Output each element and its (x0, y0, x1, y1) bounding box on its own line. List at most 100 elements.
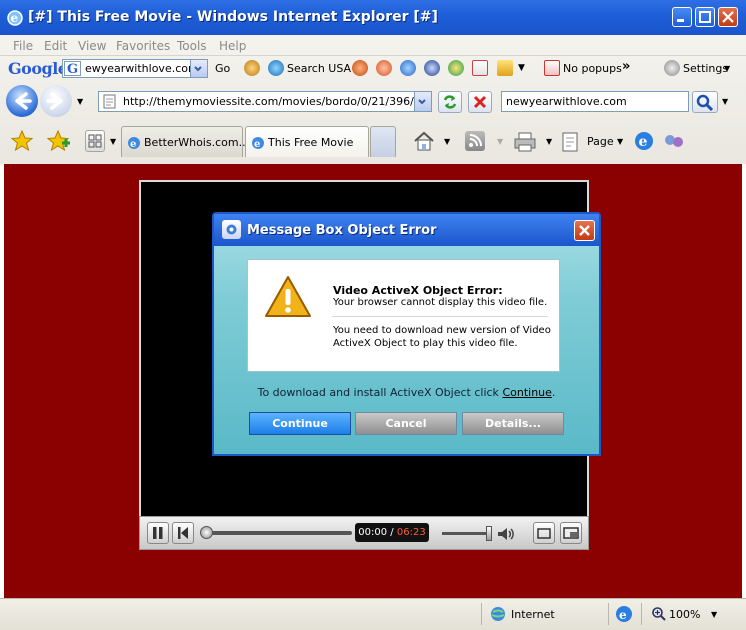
back-button[interactable] (6, 85, 38, 117)
warning-icon (263, 274, 313, 323)
ie-research-icon[interactable]: e (633, 130, 655, 155)
chevron-down-icon[interactable]: ▼ (722, 97, 728, 106)
google-settings-button[interactable]: Settings (683, 62, 728, 75)
menu-tools[interactable]: Tools (177, 39, 207, 53)
dialog-close-button[interactable] (574, 220, 595, 241)
seek-bar[interactable] (206, 531, 352, 535)
dialog-app-icon (222, 220, 241, 239)
address-input[interactable]: http://themymoviessite.com/movies/bordo/… (98, 91, 432, 112)
chevron-down-icon[interactable]: ▼ (546, 137, 552, 146)
menu-favorites[interactable]: Favorites (116, 39, 170, 53)
binoculars-icon[interactable] (244, 60, 260, 76)
google-go-button[interactable]: Go (215, 62, 230, 75)
pause-button[interactable] (147, 522, 169, 544)
google-logo: Google (8, 59, 68, 78)
stop-button[interactable] (468, 91, 492, 113)
earth-icon[interactable] (424, 60, 440, 76)
svg-text:e: e (130, 139, 136, 150)
zoom-level[interactable]: 100% (669, 608, 700, 621)
page-menu-button[interactable]: Page (587, 135, 614, 148)
ie-page-icon: e (250, 135, 266, 154)
continue-link[interactable]: Continue (502, 386, 551, 399)
menu-edit[interactable]: Edit (44, 39, 67, 53)
chevron-down-icon[interactable]: ▼ (711, 610, 717, 619)
chevron-down-icon[interactable] (190, 60, 207, 77)
google-toolbar: Google G ewyearwithlove.com Go Search US… (0, 55, 746, 82)
page-icon (103, 94, 117, 112)
chevron-down-icon[interactable]: ▼ (444, 137, 450, 146)
chevron-down-icon[interactable]: ▼ (724, 64, 730, 73)
seek-handle[interactable] (200, 526, 213, 539)
quick-tabs-icon[interactable] (85, 130, 105, 152)
page-menu-icon[interactable] (561, 131, 581, 156)
wrench-icon[interactable] (664, 60, 680, 76)
volume-slider[interactable] (442, 532, 490, 535)
popup-blocker-icon[interactable] (544, 60, 560, 76)
details-button[interactable]: Details... (462, 412, 564, 435)
zoom-icon[interactable] (651, 606, 667, 625)
tab-label: BetterWhois.com... (144, 136, 250, 149)
ie-page-icon: e (126, 135, 142, 154)
new-tab-button[interactable] (370, 126, 396, 157)
time-total: 06:23 (396, 527, 426, 538)
messenger-icon[interactable] (663, 132, 687, 153)
refresh-button[interactable] (438, 91, 462, 113)
speaker-icon[interactable] (496, 525, 516, 546)
error-line-2: You need to download new version of Vide… (333, 324, 551, 350)
message-divider (332, 316, 548, 317)
menu-file[interactable]: File (13, 39, 33, 53)
dialog-title-bar[interactable]: Message Box Object Error (214, 214, 599, 246)
chevron-down-icon[interactable]: ▼ (617, 137, 623, 146)
tab-label: This Free Movie (268, 136, 354, 149)
protected-mode-icon[interactable]: e (615, 605, 633, 626)
popup-blocker-label[interactable]: No popups (563, 62, 622, 75)
address-url: http://themymoviessite.com/movies/bordo/… (123, 95, 425, 108)
cancel-button[interactable]: Cancel (355, 412, 457, 435)
tab-this-free-movie[interactable]: e This Free Movie (245, 126, 369, 157)
notes-icon[interactable] (376, 60, 392, 76)
rss-feed-icon[interactable] (465, 131, 485, 151)
live-search-input[interactable]: newyearwithlove.com (501, 91, 689, 112)
window-title-bar[interactable]: e [#] This Free Movie - Windows Internet… (0, 0, 746, 35)
tab-betterwhois[interactable]: e BetterWhois.com... (121, 126, 249, 157)
chevron-down-icon[interactable] (414, 92, 431, 111)
continue-button[interactable]: Continue (249, 412, 351, 435)
menu-help[interactable]: Help (219, 39, 246, 53)
error-line-2b: ActiveX Object to play this video file. (333, 338, 518, 349)
chevron-down-icon[interactable]: ▼ (497, 137, 503, 146)
print-icon[interactable] (513, 131, 537, 156)
previous-button[interactable] (172, 522, 194, 544)
toolbar-overflow-icon[interactable]: » (622, 59, 630, 74)
minimize-button[interactable] (672, 7, 692, 27)
volume-handle[interactable] (486, 526, 492, 541)
chevron-down-icon[interactable]: ▼ (518, 63, 525, 73)
google-search-input[interactable]: G ewyearwithlove.com (62, 59, 208, 78)
news-icon[interactable] (352, 60, 368, 76)
time-separator: / (387, 527, 397, 538)
security-zone-label: Internet (511, 608, 555, 621)
chevron-down-icon[interactable]: ▼ (77, 97, 83, 106)
svg-text:e: e (619, 608, 627, 622)
add-favorite-icon[interactable] (46, 129, 70, 156)
search-usa-button[interactable]: Search USA (287, 62, 351, 75)
compass-icon[interactable] (400, 60, 416, 76)
time-display: 00:00 / 06:23 (355, 523, 429, 542)
forward-button[interactable] (40, 85, 72, 117)
browser-chrome: File Edit View Favorites Tools Help Goog… (0, 35, 746, 164)
search-button[interactable] (692, 91, 718, 113)
home-icon[interactable] (413, 131, 435, 154)
gmail-icon[interactable] (472, 60, 488, 76)
bookmarks-icon[interactable] (497, 60, 513, 76)
internet-zone-icon (490, 606, 506, 625)
close-window-button[interactable] (718, 7, 738, 27)
maximize-button[interactable] (695, 7, 715, 27)
menu-view[interactable]: View (78, 39, 106, 53)
tab-list-dropdown-icon[interactable]: ▼ (110, 137, 116, 146)
window-mode-button[interactable] (533, 522, 555, 544)
status-bar: Internet e 100% ▼ (0, 598, 746, 630)
error-line-1: Your browser cannot display this video f… (333, 297, 548, 308)
picasa-icon[interactable] (448, 60, 464, 76)
live-search-value: newyearwithlove.com (506, 95, 627, 108)
fullscreen-button[interactable] (560, 522, 582, 544)
favorites-star-icon[interactable] (10, 129, 34, 156)
